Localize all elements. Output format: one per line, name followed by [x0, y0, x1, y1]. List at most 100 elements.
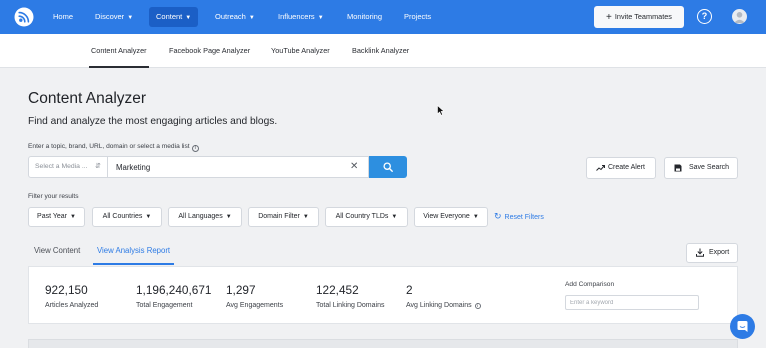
- nav-projects-label: Projects: [404, 12, 432, 21]
- search-button[interactable]: [369, 156, 407, 178]
- filter-label: Filter your results: [28, 193, 79, 200]
- media-select-placeholder: Select a Media ...: [35, 163, 88, 170]
- chevron-down-icon: ▼: [145, 214, 152, 220]
- subnav-facebook-page-analyzer[interactable]: Facebook Page Analyzer: [169, 34, 250, 68]
- subnav-backlink-label: Backlink Analyzer: [352, 46, 410, 55]
- stat-avg-engagements-label: Avg Engagements: [226, 302, 284, 309]
- info-icon[interactable]: i: [191, 145, 199, 152]
- subnav-youtube-analyzer[interactable]: YouTube Analyzer: [271, 34, 330, 68]
- filter-country-tlds[interactable]: All Country TLDs ▼: [325, 207, 408, 227]
- reset-filters-link[interactable]: ↻ Reset Filters: [494, 211, 544, 223]
- stat-linking-domains-value: 122,452: [316, 283, 359, 297]
- subnav-content-analyzer[interactable]: Content Analyzer: [89, 34, 149, 68]
- tab-view-analysis-report[interactable]: View Analysis Report: [93, 239, 175, 265]
- stat-articles-value: 922,150: [45, 283, 88, 297]
- filter-languages[interactable]: All Languages ▼: [168, 207, 242, 227]
- brand-logo-icon[interactable]: [14, 7, 34, 27]
- create-alert-label: Create Alert: [608, 164, 645, 171]
- chevron-down-icon: ▼: [185, 15, 192, 21]
- chevron-down-icon: ▼: [127, 15, 134, 21]
- user-icon: [734, 12, 745, 23]
- reset-filters-label: Reset Filters: [504, 214, 544, 221]
- subnav-youtube-label: YouTube Analyzer: [271, 46, 330, 55]
- comparison-keyword-input[interactable]: [565, 295, 699, 310]
- tab-view-analysis-label: View Analysis Report: [97, 246, 171, 255]
- invite-label: Invite Teammates: [614, 12, 672, 21]
- nav-discover[interactable]: Discover ▼: [95, 0, 133, 34]
- page-subtitle: Find and analyze the most engaging artic…: [28, 116, 278, 127]
- media-list-select[interactable]: Select a Media ... ⇵: [28, 156, 108, 178]
- nav-outreach-label: Outreach: [215, 12, 246, 21]
- filter-countries-label: All Countries: [102, 213, 143, 220]
- stat-total-engagement-label: Total Engagement: [136, 302, 193, 309]
- filter-domain-label: Domain Filter: [258, 213, 300, 220]
- help-icon[interactable]: ?: [697, 9, 712, 24]
- sub-navbar: Content Analyzer Facebook Page Analyzer …: [0, 34, 766, 68]
- save-search-button[interactable]: Save Search: [664, 157, 738, 179]
- save-search-label: Save Search: [689, 164, 730, 171]
- search-icon: [383, 162, 393, 172]
- export-label: Export: [709, 249, 730, 256]
- nav-projects[interactable]: Projects: [404, 0, 431, 34]
- mouse-cursor-icon: [437, 105, 445, 116]
- select-arrows-icon: ⇵: [95, 163, 101, 170]
- chat-icon: [737, 321, 748, 332]
- filter-tlds-label: All Country TLDs: [335, 213, 389, 220]
- subnav-facebook-label: Facebook Page Analyzer: [169, 46, 251, 55]
- results-panel-edge: [28, 339, 738, 348]
- stat-avg-linking-text: Avg Linking Domains: [406, 302, 472, 309]
- filter-view-label: View Everyone: [423, 213, 470, 220]
- tab-view-content[interactable]: View Content: [34, 239, 80, 265]
- nav-content[interactable]: Content ▼: [149, 7, 199, 27]
- save-icon: [674, 164, 682, 172]
- chevron-down-icon: ▼: [225, 214, 232, 220]
- export-button[interactable]: Export: [686, 243, 738, 263]
- nav-influencers-label: Influencers: [278, 12, 315, 21]
- download-icon: [696, 248, 704, 257]
- plus-icon: +: [606, 12, 612, 23]
- subnav-content-analyzer-label: Content Analyzer: [91, 46, 147, 55]
- search-label-text: Enter a topic, brand, URL, domain or sel…: [28, 143, 190, 150]
- chevron-down-icon: ▼: [248, 15, 255, 21]
- chevron-down-icon: ▼: [70, 214, 76, 220]
- stat-articles-label: Articles Analyzed: [45, 302, 99, 309]
- create-alert-button[interactable]: Create Alert: [586, 157, 656, 179]
- chevron-down-icon: ▼: [391, 214, 398, 220]
- avatar[interactable]: [732, 9, 747, 24]
- stat-total-engagement-value: 1,196,240,671: [136, 283, 212, 297]
- stat-avg-engagements-value: 1,297: [226, 283, 256, 297]
- nav-content-label: Content: [156, 12, 183, 21]
- info-icon[interactable]: i: [474, 303, 481, 309]
- clear-icon[interactable]: ✕: [350, 160, 358, 174]
- invite-teammates-button[interactable]: + Invite Teammates: [594, 6, 684, 28]
- nav-home[interactable]: Home: [53, 0, 73, 34]
- subnav-backlink-analyzer[interactable]: Backlink Analyzer: [352, 34, 409, 68]
- stat-linking-domains-label: Total Linking Domains: [316, 302, 385, 309]
- page-title: Content Analyzer: [28, 90, 147, 107]
- filter-time-range[interactable]: Past Year ▼: [28, 207, 85, 227]
- top-navbar: Home Discover ▼ Content ▼ Outreach ▼ Influe…: [0, 0, 766, 34]
- filter-view-everyone[interactable]: View Everyone ▼: [414, 207, 488, 227]
- chevron-down-icon: ▼: [302, 214, 309, 220]
- filter-countries[interactable]: All Countries ▼: [92, 207, 162, 227]
- filter-time-label: Past Year: [37, 213, 67, 220]
- refresh-icon: ↻: [494, 211, 502, 221]
- search-label: Enter a topic, brand, URL, domain or sel…: [28, 143, 199, 152]
- nav-discover-label: Discover: [95, 12, 125, 21]
- nav-monitoring[interactable]: Monitoring: [347, 0, 382, 34]
- filter-languages-label: All Languages: [178, 213, 223, 220]
- stats-card: 922,150 Articles Analyzed 1,196,240,671 …: [28, 266, 738, 324]
- nav-monitoring-label: Monitoring: [347, 12, 383, 21]
- chevron-down-icon: ▼: [317, 15, 324, 21]
- chat-widget-button[interactable]: [730, 314, 755, 339]
- add-comparison-label: Add Comparison: [565, 281, 615, 288]
- stat-avg-linking-value: 2: [406, 283, 413, 297]
- nav-influencers[interactable]: Influencers ▼: [278, 0, 324, 34]
- search-input[interactable]: [108, 156, 369, 178]
- nav-home-label: Home: [53, 12, 74, 21]
- tab-view-content-label: View Content: [34, 246, 81, 255]
- filter-domain[interactable]: Domain Filter ▼: [248, 207, 319, 227]
- nav-outreach[interactable]: Outreach ▼: [215, 0, 255, 34]
- chevron-down-icon: ▼: [472, 214, 479, 220]
- stat-avg-linking-label: Avg Linking Domains i: [406, 302, 481, 309]
